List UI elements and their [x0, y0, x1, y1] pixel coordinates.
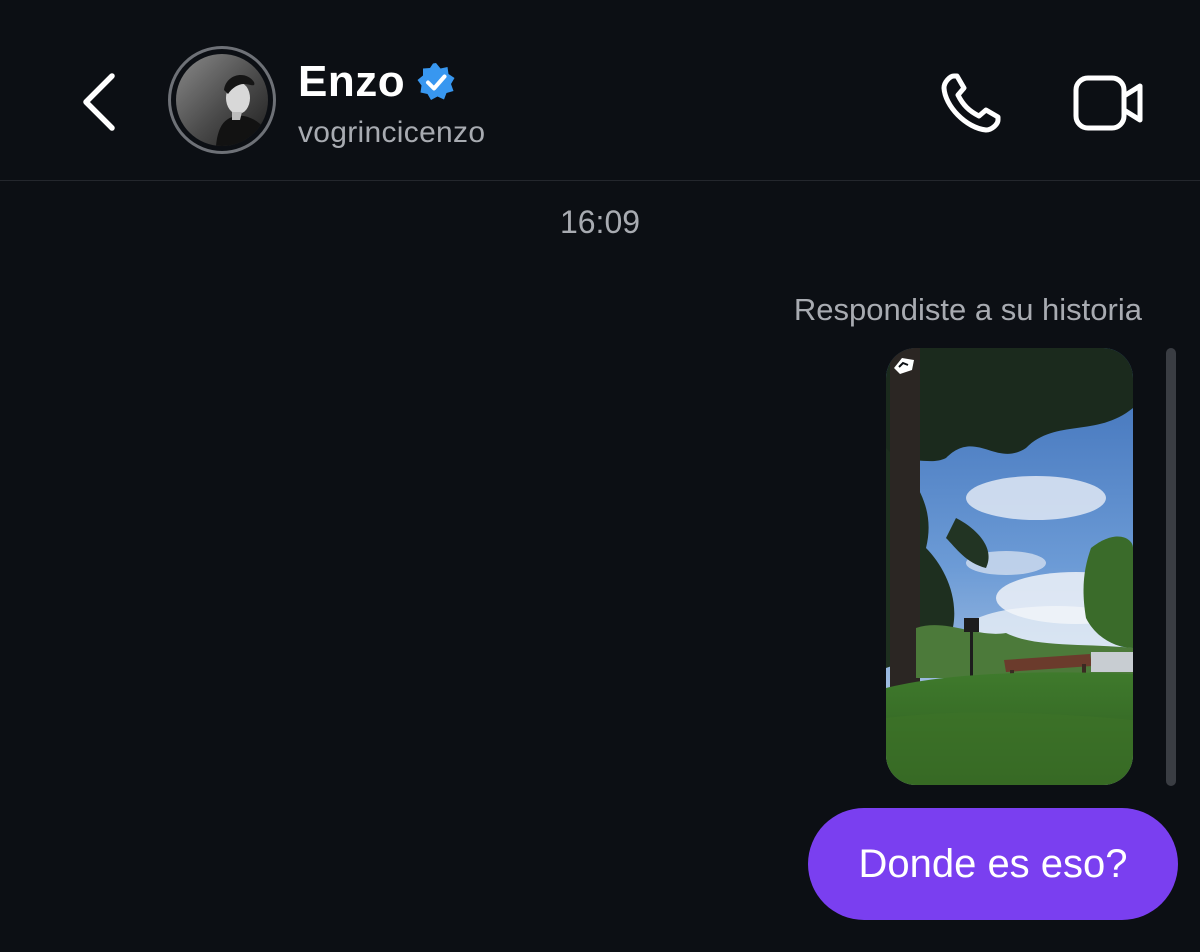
contact-name[interactable]: Enzo: [298, 57, 405, 107]
phone-icon: [941, 73, 1001, 133]
scrollbar[interactable]: [1166, 348, 1176, 786]
story-photo: [886, 348, 1133, 785]
back-button[interactable]: [72, 64, 128, 140]
story-reply-label: Respondiste a su historia: [793, 292, 1142, 327]
story-reply-icon: [894, 358, 914, 374]
chat-header: Enzo vogrincicenzo: [0, 0, 1200, 181]
avatar-photo: [176, 54, 268, 146]
chevron-left-icon: [83, 73, 115, 131]
message-bubble[interactable]: Donde es eso?: [808, 808, 1178, 920]
video-call-button[interactable]: [1070, 70, 1146, 136]
video-camera-icon: [1073, 75, 1143, 131]
avatar[interactable]: [168, 46, 276, 154]
call-button[interactable]: [936, 68, 1006, 138]
message-timestamp: 16:09: [559, 204, 641, 240]
verified-badge-icon: [417, 63, 455, 100]
story-thumbnail[interactable]: [886, 348, 1133, 785]
contact-username[interactable]: vogrincicenzo: [298, 116, 485, 150]
